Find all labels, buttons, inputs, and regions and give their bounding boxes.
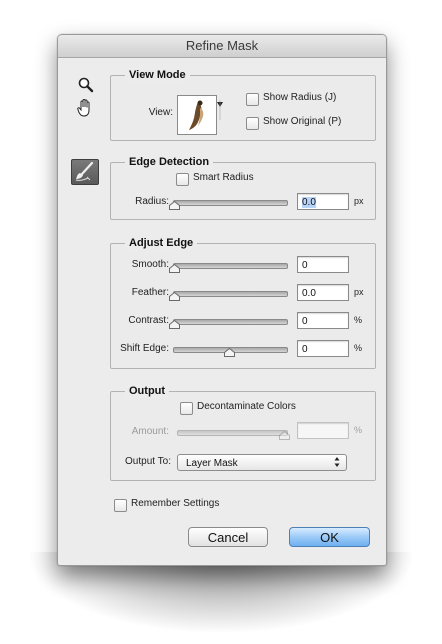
view-preview-thumbnail[interactable] bbox=[177, 95, 217, 135]
view-mode-group: View Mode View: Show Radius (J) Show Ori… bbox=[110, 68, 376, 141]
shift-edge-input[interactable]: 0 bbox=[297, 340, 349, 357]
contrast-label: Contrast: bbox=[128, 315, 169, 326]
radius-label: Radius: bbox=[135, 196, 169, 207]
cancel-button[interactable]: Cancel bbox=[188, 527, 268, 547]
hand-icon[interactable] bbox=[75, 99, 95, 117]
decontaminate-colors-checkbox[interactable] bbox=[180, 402, 193, 415]
show-original-checkbox[interactable] bbox=[246, 117, 259, 130]
shift-edge-unit: % bbox=[354, 343, 363, 353]
contrast-unit: % bbox=[354, 315, 363, 325]
radius-slider-thumb[interactable] bbox=[169, 197, 180, 210]
shift-edge-label: Shift Edge: bbox=[120, 343, 169, 354]
smooth-slider[interactable] bbox=[173, 263, 288, 269]
remember-settings-label: Remember Settings bbox=[131, 498, 220, 509]
output-to-value: Layer Mask bbox=[186, 458, 238, 469]
feather-slider[interactable] bbox=[173, 291, 288, 297]
smooth-label: Smooth: bbox=[131, 259, 169, 270]
feather-unit: px bbox=[354, 287, 364, 297]
refine-radius-brush-icon[interactable] bbox=[71, 159, 99, 185]
ok-button[interactable]: OK bbox=[289, 527, 370, 547]
select-arrows-icon bbox=[334, 455, 340, 470]
view-mode-legend: View Mode bbox=[125, 68, 190, 82]
view-dropdown-arrow-icon[interactable] bbox=[217, 100, 223, 120]
radius-value: 0.0 bbox=[302, 197, 316, 208]
radius-slider[interactable] bbox=[173, 200, 288, 206]
show-radius-label: Show Radius (J) bbox=[263, 92, 337, 103]
show-radius-checkbox[interactable] bbox=[246, 93, 259, 106]
radius-unit: px bbox=[354, 196, 364, 206]
smooth-input[interactable]: 0 bbox=[297, 256, 349, 273]
edge-detection-legend: Edge Detection bbox=[125, 155, 214, 169]
remember-settings-checkbox[interactable] bbox=[114, 499, 127, 512]
contrast-input[interactable]: 0 bbox=[297, 312, 349, 329]
dialog-title: Refine Mask bbox=[58, 35, 386, 58]
amount-label: Amount: bbox=[131, 426, 169, 437]
amount-input[interactable] bbox=[297, 422, 349, 439]
refine-mask-dialog: Refine Mask View Mode View: Show Radius … bbox=[57, 34, 387, 566]
amount-slider-thumb[interactable] bbox=[279, 427, 290, 440]
amount-unit: % bbox=[354, 425, 363, 435]
amount-slider[interactable] bbox=[177, 430, 288, 436]
feather-input[interactable]: 0.0 bbox=[297, 284, 349, 301]
contrast-slider-thumb[interactable] bbox=[169, 316, 180, 329]
feather-label: Feather: bbox=[131, 287, 169, 298]
output-to-label: Output To: bbox=[125, 456, 171, 467]
smart-radius-label: Smart Radius bbox=[193, 172, 254, 183]
adjust-edge-group: Adjust Edge Smooth: 0 Feather: 0.0 px Co… bbox=[110, 236, 376, 369]
decontaminate-colors-label: Decontaminate Colors bbox=[197, 401, 296, 412]
edge-detection-group: Edge Detection Smart Radius Radius: 0.0 … bbox=[110, 155, 376, 220]
zoom-icon[interactable] bbox=[76, 76, 96, 94]
smart-radius-checkbox[interactable] bbox=[176, 173, 189, 186]
adjust-edge-legend: Adjust Edge bbox=[125, 236, 198, 250]
feather-slider-thumb[interactable] bbox=[169, 288, 180, 301]
show-original-label: Show Original (P) bbox=[263, 116, 342, 127]
contrast-slider[interactable] bbox=[173, 319, 288, 325]
output-group: Output Decontaminate Colors Amount: % Ou… bbox=[110, 384, 376, 481]
output-to-select[interactable]: Layer Mask bbox=[177, 454, 347, 471]
output-legend: Output bbox=[125, 384, 170, 398]
smooth-slider-thumb[interactable] bbox=[169, 260, 180, 273]
shift-edge-slider-thumb[interactable] bbox=[224, 344, 235, 357]
radius-input[interactable]: 0.0 bbox=[297, 193, 349, 210]
view-label: View: bbox=[148, 107, 173, 118]
